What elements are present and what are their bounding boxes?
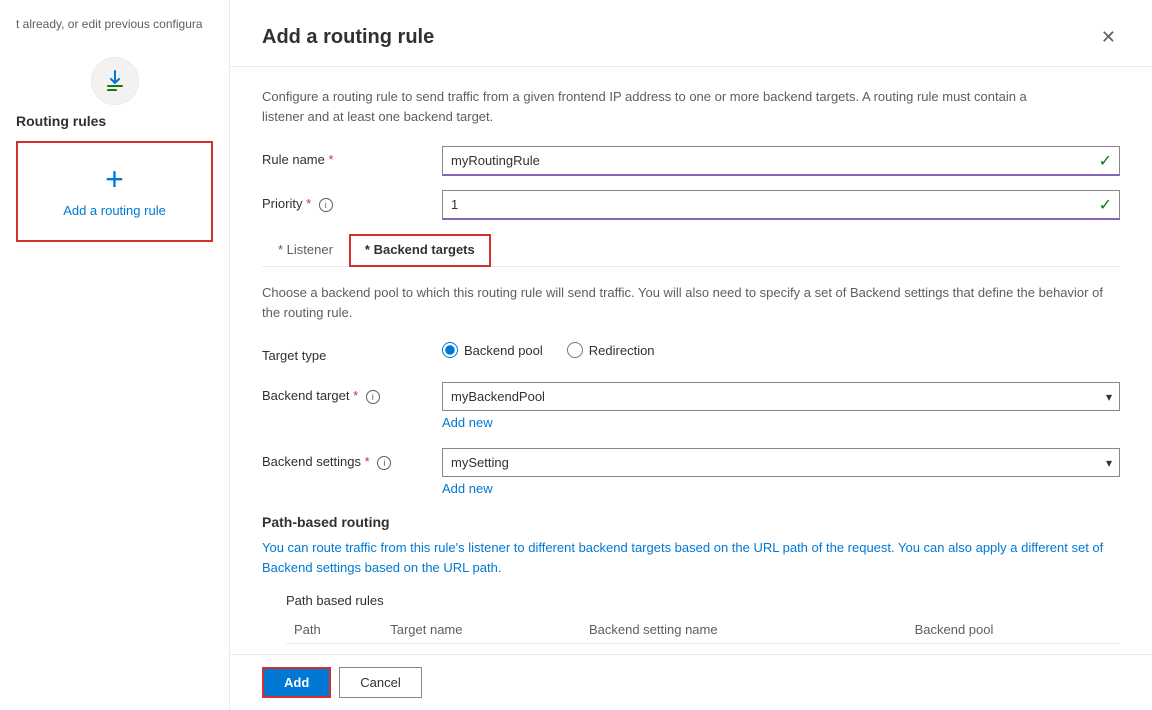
rule-name-input[interactable] <box>442 146 1120 176</box>
priority-check-icon: ✓ <box>1099 195 1112 215</box>
backend-settings-dropdown-wrap: mySetting ▾ <box>442 448 1120 477</box>
add-routing-rule-button[interactable]: + Add a routing rule <box>16 141 213 242</box>
tab-backend-targets[interactable]: * Backend targets <box>349 234 491 267</box>
backend-target-label: Backend target * i <box>262 382 442 404</box>
add-new-settings-link[interactable]: Add new <box>442 481 1120 496</box>
tabs-row: * Listener * Backend targets <box>262 234 1120 267</box>
backend-target-dropdown[interactable]: myBackendPool <box>442 382 1120 411</box>
target-type-label: Target type <box>262 342 442 363</box>
path-table-header: Path Target name Backend setting name Ba… <box>286 616 1120 644</box>
panel-body: Configure a routing rule to send traffic… <box>230 67 1152 654</box>
panel-header: Add a routing rule ✕ <box>230 0 1152 67</box>
priority-info-icon: i <box>319 198 333 212</box>
backend-settings-label: Backend settings * i <box>262 448 442 470</box>
rule-name-input-wrapper: ✓ <box>442 146 1120 176</box>
priority-input[interactable] <box>442 190 1120 220</box>
backend-settings-row: Backend settings * i mySetting ▾ Add new <box>262 448 1120 500</box>
sidebar-description: t already, or edit previous configura <box>0 16 229 45</box>
add-button[interactable]: Add <box>262 667 331 698</box>
close-button[interactable]: ✕ <box>1097 24 1120 50</box>
routing-icon-inner <box>101 67 129 95</box>
backend-target-row: Backend target * i myBackendPool ▾ Add n… <box>262 382 1120 434</box>
add-routing-rule-label: Add a routing rule <box>63 203 166 220</box>
path-routing-description: You can route traffic from this rule's l… <box>262 538 1120 577</box>
plus-icon: + <box>105 163 124 195</box>
rule-name-check-icon: ✓ <box>1099 151 1112 171</box>
path-based-rules-label: Path based rules <box>286 593 1120 608</box>
sidebar-routing-section: Routing rules + Add a routing rule <box>0 45 229 254</box>
routing-icon-container <box>16 57 213 105</box>
backend-target-control: myBackendPool ▾ Add new <box>442 382 1120 434</box>
col-backend-setting-name: Backend setting name <box>581 616 907 644</box>
backend-settings-dropdown[interactable]: mySetting <box>442 448 1120 477</box>
tab-listener[interactable]: * Listener <box>262 234 349 267</box>
radio-backend-pool-input[interactable] <box>442 342 458 358</box>
path-table-header-row: Path Target name Backend setting name Ba… <box>286 616 1120 644</box>
main-panel: Add a routing rule ✕ Configure a routing… <box>230 0 1152 710</box>
path-rules-table: Path Target name Backend setting name Ba… <box>286 616 1120 644</box>
panel-title: Add a routing rule <box>262 26 434 49</box>
backend-description: Choose a backend pool to which this rout… <box>262 283 1120 322</box>
panel-description: Configure a routing rule to send traffic… <box>262 87 1120 126</box>
path-routing-section: Path-based routing You can route traffic… <box>262 514 1120 644</box>
radio-redirection[interactable]: Redirection <box>567 342 655 358</box>
col-backend-pool: Backend pool <box>907 616 1120 644</box>
col-path: Path <box>286 616 382 644</box>
radio-backend-pool-label: Backend pool <box>464 343 543 358</box>
target-type-row: Target type Backend pool Redirection <box>262 342 1120 368</box>
backend-target-info-icon: i <box>366 390 380 404</box>
cancel-button[interactable]: Cancel <box>339 667 421 698</box>
target-type-radio-group: Backend pool Redirection <box>442 342 1120 358</box>
priority-row: Priority * i ✓ <box>262 190 1120 220</box>
radio-redirection-label: Redirection <box>589 343 655 358</box>
priority-input-wrapper: ✓ <box>442 190 1120 220</box>
col-target-name: Target name <box>382 616 581 644</box>
backend-target-dropdown-wrap: myBackendPool ▾ <box>442 382 1120 411</box>
path-based-rules-container: Path based rules Path Target name Backen… <box>262 593 1120 644</box>
target-type-control: Backend pool Redirection <box>442 342 1120 368</box>
panel-footer: Add Cancel <box>230 654 1152 710</box>
priority-control: ✓ <box>442 190 1120 220</box>
sidebar: t already, or edit previous configura Ro… <box>0 0 230 710</box>
radio-backend-pool[interactable]: Backend pool <box>442 342 543 358</box>
rule-name-control: ✓ <box>442 146 1120 176</box>
priority-label: Priority * i <box>262 190 442 212</box>
routing-svg-icon <box>101 67 129 95</box>
radio-redirection-input[interactable] <box>567 342 583 358</box>
rule-name-label: Rule name * <box>262 146 442 167</box>
backend-settings-info-icon: i <box>377 456 391 470</box>
backend-settings-control: mySetting ▾ Add new <box>442 448 1120 500</box>
rule-name-row: Rule name * ✓ <box>262 146 1120 176</box>
routing-icon-circle <box>91 57 139 105</box>
path-routing-title: Path-based routing <box>262 514 1120 530</box>
routing-rules-title: Routing rules <box>16 113 213 129</box>
add-new-backend-link[interactable]: Add new <box>442 415 1120 430</box>
